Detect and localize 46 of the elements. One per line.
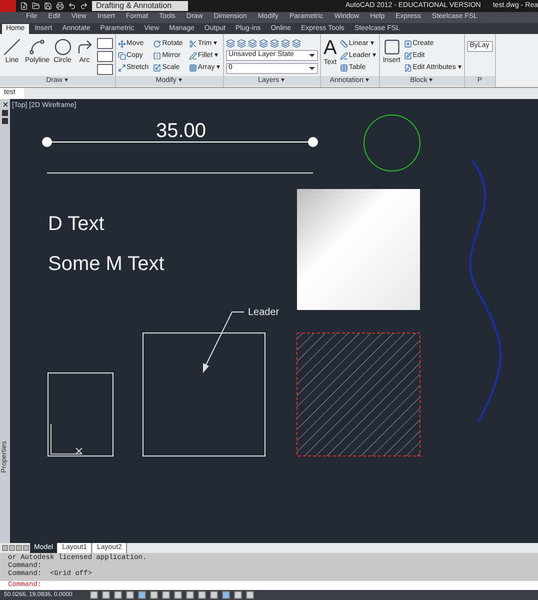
layer-tool-icon[interactable] [292, 39, 301, 48]
dropdown-caret-icon [308, 67, 315, 70]
dimension-text: 35.00 [156, 120, 206, 142]
quick-access-icon[interactable] [32, 2, 40, 10]
layer-tool-icon[interactable] [248, 39, 257, 48]
layer-tool-icon[interactable] [226, 39, 235, 48]
polyline-icon [28, 38, 46, 56]
tool-icon [188, 40, 197, 48]
multiline-text: Some M Text [48, 253, 164, 275]
layer-tool-icon[interactable] [236, 39, 246, 48]
tool-icon [188, 52, 197, 60]
tool-icon [153, 52, 162, 60]
quick-access-icon[interactable] [56, 2, 64, 10]
tool-icon [404, 64, 412, 72]
workspace-dropdown[interactable]: Drafting & Annotation [92, 1, 188, 11]
line-icon [3, 38, 21, 56]
quick-access-icon[interactable] [20, 2, 28, 10]
dropdown-caret-icon [308, 54, 315, 57]
drawn-circle [364, 114, 420, 172]
quick-access-icon[interactable] [68, 2, 76, 10]
tool-icon [340, 64, 348, 72]
close-icon[interactable] [2, 101, 8, 108]
quick-access-icon[interactable] [80, 2, 88, 10]
tool-icon [340, 52, 348, 60]
quick-access-icon[interactable] [44, 2, 52, 10]
tool-icon [404, 40, 412, 48]
tool-icon [118, 52, 126, 60]
text-tool-icon: A [324, 38, 337, 58]
leader-arrow [203, 312, 244, 373]
single-line-text: D Text [48, 213, 104, 235]
tool-icon [153, 64, 162, 72]
ucs-icon [50, 424, 82, 454]
tool-icon [153, 40, 162, 48]
layer-tool-icon[interactable] [280, 39, 290, 48]
tool-icon [340, 40, 348, 48]
leader-text: Leader [248, 307, 280, 318]
tool-icon [118, 64, 126, 72]
draw-tool-icon[interactable] [96, 38, 113, 49]
draw-tool-icon[interactable] [96, 51, 113, 62]
layer-tool-icon[interactable] [258, 39, 268, 48]
circle-icon [54, 38, 72, 56]
tool-icon [404, 52, 412, 60]
tool-icon [118, 40, 126, 48]
layer-tool-icon[interactable] [270, 39, 279, 48]
tool-icon [188, 64, 197, 72]
draw-tool-icon[interactable] [96, 64, 113, 75]
